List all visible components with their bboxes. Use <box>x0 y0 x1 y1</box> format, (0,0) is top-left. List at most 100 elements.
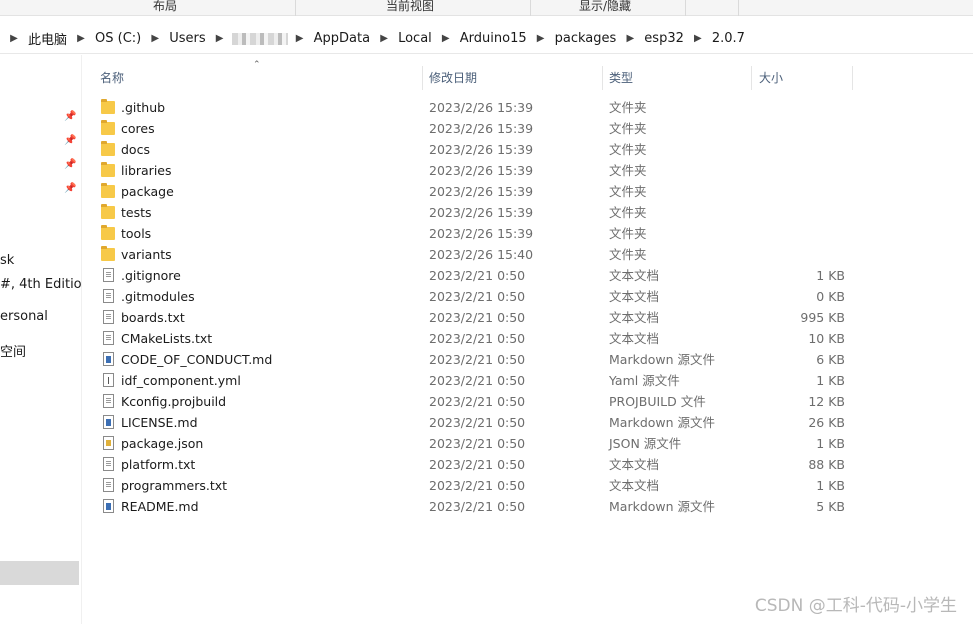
chevron-right-icon[interactable]: ▶ <box>438 33 454 44</box>
column-divider[interactable] <box>852 66 853 90</box>
file-size: 88 KB <box>808 457 845 472</box>
file-type: 文本文档 <box>609 478 660 493</box>
breadcrumb-this-pc[interactable]: 此电脑 <box>22 29 73 48</box>
column-divider[interactable] <box>602 66 603 90</box>
file-row[interactable]: libraries 2023/2/26 15:39 文件夹 <box>83 160 973 181</box>
file-row[interactable]: LICENSE.md 2023/2/21 0:50 Markdown 源文件 26 K… <box>83 412 973 433</box>
breadcrumb-drive[interactable]: OS (C:) <box>89 31 147 46</box>
breadcrumb-users[interactable]: Users <box>163 31 211 46</box>
column-header-size[interactable]: 大小 <box>759 64 783 92</box>
file-row[interactable]: README.md 2023/2/21 0:50 Markdown 源文件 5 KB <box>83 496 973 517</box>
text-file-icon <box>103 478 114 492</box>
chevron-right-icon[interactable]: ▶ <box>212 33 228 44</box>
markdown-file-icon <box>103 352 114 366</box>
chevron-right-icon[interactable]: ▶ <box>690 33 706 44</box>
file-row[interactable]: CMakeLists.txt 2023/2/21 0:50 文本文档 10 KB <box>83 328 973 349</box>
breadcrumb-appdata[interactable]: AppData <box>308 31 376 46</box>
sort-ascending-icon: ⌃ <box>253 60 261 70</box>
nav-item[interactable]: ersonal <box>0 309 48 324</box>
file-size: 995 KB <box>800 310 845 325</box>
file-modified-date: 2023/2/26 15:39 <box>429 184 534 199</box>
chevron-right-icon[interactable]: ▶ <box>292 33 308 44</box>
chevron-right-icon[interactable]: ▶ <box>533 33 549 44</box>
column-header-name[interactable]: 名称 <box>100 64 124 92</box>
nav-item[interactable]: 空间 <box>0 341 26 360</box>
file-row[interactable]: boards.txt 2023/2/21 0:50 文本文档 995 KB <box>83 307 973 328</box>
ribbon-group-current-view[interactable]: 当前视图 <box>370 0 450 16</box>
folder-icon <box>101 120 115 135</box>
watermark: CSDN @工科-代码-小学生 <box>754 596 957 616</box>
folder-icon <box>101 204 115 219</box>
folder-icon <box>101 99 115 114</box>
file-size: 6 KB <box>816 352 845 367</box>
file-row[interactable]: idf_component.yml 2023/2/21 0:50 Yaml 源文件 1… <box>83 370 973 391</box>
pin-icon[interactable]: 📌 <box>64 111 76 123</box>
chevron-right-icon[interactable]: ▶ <box>147 33 163 44</box>
address-bar[interactable]: ▶ 此电脑 ▶ OS (C:) ▶ Users ▶ ▶ AppData ▶ Lo… <box>0 24 973 54</box>
file-name: tests <box>121 205 152 220</box>
file-modified-date: 2023/2/21 0:50 <box>429 415 526 430</box>
chevron-right-icon[interactable]: ▶ <box>622 33 638 44</box>
file-row[interactable]: .github 2023/2/26 15:39 文件夹 <box>83 97 973 118</box>
text-file-icon <box>103 331 114 345</box>
file-type: 文件夹 <box>609 142 647 157</box>
breadcrumb-username-redacted[interactable] <box>231 32 288 45</box>
file-row[interactable]: Kconfig.projbuild 2023/2/21 0:50 PROJBUILD… <box>83 391 973 412</box>
column-divider[interactable] <box>751 66 752 90</box>
pin-icon[interactable]: 📌 <box>64 183 76 195</box>
nav-item-selected[interactable] <box>0 561 79 585</box>
file-name: LICENSE.md <box>121 415 198 430</box>
file-row[interactable]: package 2023/2/26 15:39 文件夹 <box>83 181 973 202</box>
file-row[interactable]: docs 2023/2/26 15:39 文件夹 <box>83 139 973 160</box>
breadcrumb-local[interactable]: Local <box>392 31 438 46</box>
file-row[interactable]: platform.txt 2023/2/21 0:50 文本文档 88 KB <box>83 454 973 475</box>
file-name: variants <box>121 247 172 262</box>
file-name: .gitignore <box>121 268 181 283</box>
pin-icon[interactable]: 📌 <box>64 159 76 171</box>
file-type: 文件夹 <box>609 247 647 262</box>
file-name: programmers.txt <box>121 478 228 493</box>
breadcrumb-version[interactable]: 2.0.7 <box>706 31 751 46</box>
column-header-type[interactable]: 类型 <box>609 64 633 92</box>
breadcrumb-arduino15[interactable]: Arduino15 <box>454 31 533 46</box>
markdown-file-icon <box>103 415 114 429</box>
file-row[interactable]: tools 2023/2/26 15:39 文件夹 <box>83 223 973 244</box>
file-row[interactable]: variants 2023/2/26 15:40 文件夹 <box>83 244 973 265</box>
chevron-right-icon[interactable]: ▶ <box>73 33 89 44</box>
file-type: JSON 源文件 <box>609 436 682 451</box>
file-type: 文件夹 <box>609 184 647 199</box>
file-name: boards.txt <box>121 310 185 325</box>
nav-item[interactable]: sk <box>0 253 14 268</box>
file-row[interactable]: .gitignore 2023/2/21 0:50 文本文档 1 KB <box>83 265 973 286</box>
file-size: 0 KB <box>816 289 845 304</box>
file-row[interactable]: package.json 2023/2/21 0:50 JSON 源文件 1 KB <box>83 433 973 454</box>
ribbon-divider <box>738 0 739 16</box>
file-row[interactable]: CODE_OF_CONDUCT.md 2023/2/21 0:50 Markdown… <box>83 349 973 370</box>
navigation-pane[interactable]: 📌 📌 📌 📌 sk #, 4th Edition ersonal 空间 <box>0 55 82 624</box>
ribbon-group-layout[interactable]: 布局 <box>130 0 200 16</box>
file-row[interactable]: cores 2023/2/26 15:39 文件夹 <box>83 118 973 139</box>
pin-icon[interactable]: 📌 <box>64 135 76 147</box>
file-type: Yaml 源文件 <box>609 373 680 388</box>
breadcrumb-packages[interactable]: packages <box>549 31 623 46</box>
breadcrumb-esp32[interactable]: esp32 <box>638 31 690 46</box>
file-type: 文本文档 <box>609 289 660 304</box>
file-modified-date: 2023/2/21 0:50 <box>429 394 526 409</box>
chevron-right-icon[interactable]: ▶ <box>376 33 392 44</box>
file-row[interactable]: .gitmodules 2023/2/21 0:50 文本文档 0 KB <box>83 286 973 307</box>
file-name: CMakeLists.txt <box>121 331 213 346</box>
file-modified-date: 2023/2/26 15:39 <box>429 226 534 241</box>
column-header-date[interactable]: 修改日期 <box>429 64 477 92</box>
ribbon-group-show-hide[interactable]: 显示/隐藏 <box>565 0 645 16</box>
chevron-right-icon[interactable]: ▶ <box>6 33 22 44</box>
file-modified-date: 2023/2/21 0:50 <box>429 268 526 283</box>
file-modified-date: 2023/2/21 0:50 <box>429 373 526 388</box>
column-divider[interactable] <box>422 66 423 90</box>
file-size: 1 KB <box>816 478 845 493</box>
file-row[interactable]: tests 2023/2/26 15:39 文件夹 <box>83 202 973 223</box>
file-name: package <box>121 184 174 199</box>
text-file-icon <box>103 289 114 303</box>
file-name: .github <box>121 100 166 115</box>
file-row[interactable]: programmers.txt 2023/2/21 0:50 文本文档 1 KB <box>83 475 973 496</box>
nav-item[interactable]: #, 4th Edition <box>0 277 81 292</box>
